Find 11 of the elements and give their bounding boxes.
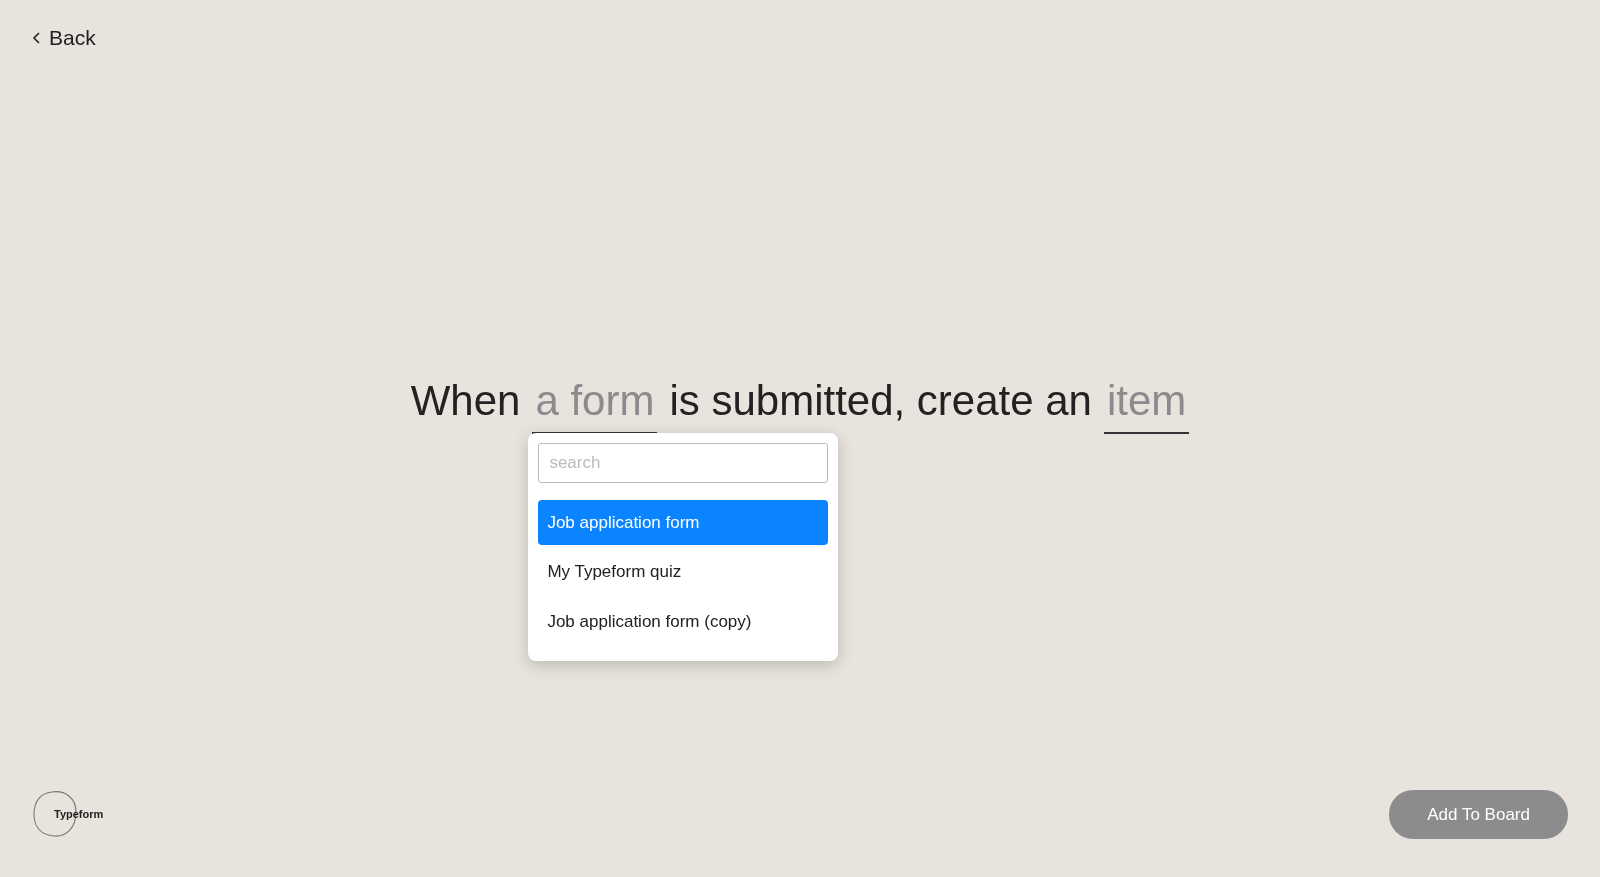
dropdown-option[interactable]: My Typeform quiz (538, 549, 829, 595)
add-to-board-button[interactable]: Add To Board (1389, 789, 1568, 839)
sentence-text: When (410, 376, 521, 426)
search-field[interactable]: search (538, 443, 829, 483)
logo-text: Typeform (54, 807, 104, 822)
dropdown-option[interactable]: Job application form (copy) (538, 598, 829, 644)
dropdown-option[interactable]: Job application form (538, 499, 829, 545)
chevron-left-icon (32, 30, 41, 45)
select-field[interactable]: item (1103, 369, 1190, 434)
back-link[interactable]: Back (32, 22, 96, 54)
sentence-text: is submitted, create an (669, 376, 1092, 426)
